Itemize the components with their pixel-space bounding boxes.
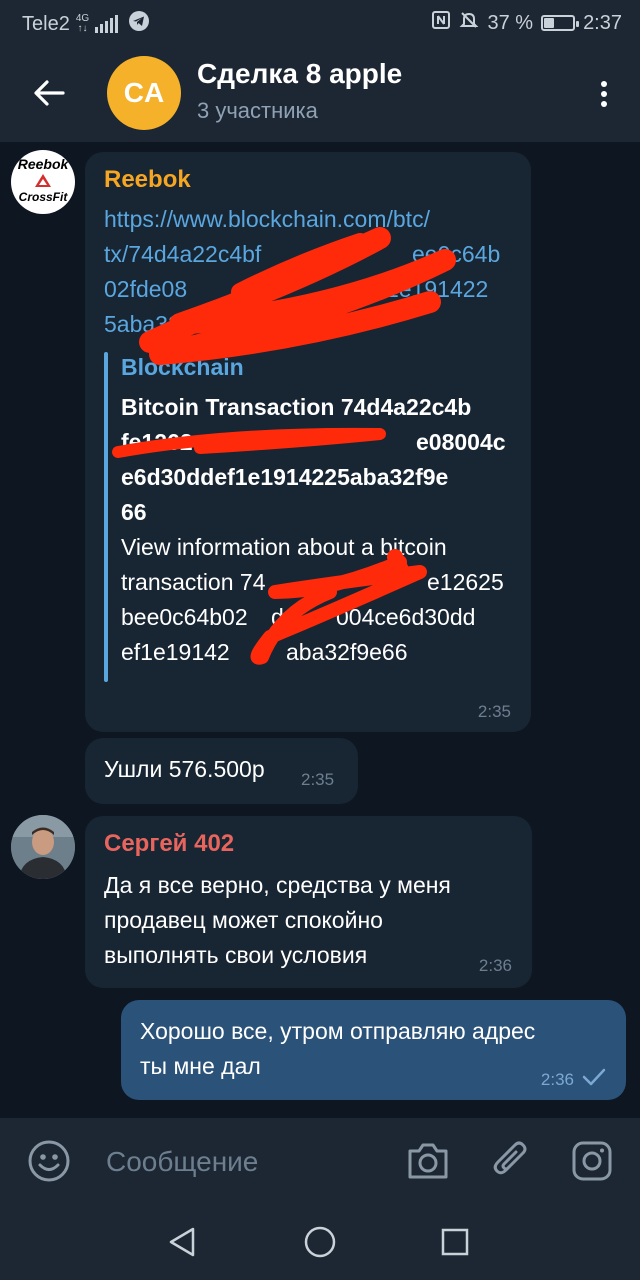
message-input[interactable]: Сообщение [106, 1140, 386, 1184]
message-text: Ушли 576.500р [104, 756, 265, 782]
camera-icon [408, 1143, 448, 1179]
check-icon [582, 1068, 606, 1086]
message-text: Да я все верно, средства у меня продавец… [104, 872, 451, 968]
mute-icon [459, 10, 479, 36]
avatar-crossfit-text: CrossFit [18, 190, 68, 204]
preview-title: Bitcoin Transaction 74d4a22c4b fe1262 e08… [121, 394, 506, 525]
circle-home-icon [304, 1226, 336, 1258]
message-time: 2:35 [477, 702, 511, 721]
participant-count: 3 участника [197, 98, 318, 123]
nav-home-button[interactable] [300, 1222, 340, 1262]
sender-name[interactable]: Reebok [104, 166, 191, 194]
link-line[interactable]: https://www.blockchain.com/btc/ [104, 202, 524, 237]
link-line[interactable]: tx/74d4a22c4bf ee0c64b [104, 237, 524, 272]
message-list[interactable]: Reebok CrossFit Reebok https://www.block… [0, 142, 640, 1118]
message-time: 2:36 [540, 1070, 574, 1089]
user-photo-icon [11, 815, 75, 879]
signal-icon [95, 15, 119, 33]
avatar-reebok[interactable]: Reebok CrossFit [11, 150, 75, 214]
more-menu-button[interactable] [592, 74, 616, 114]
camera-button[interactable] [405, 1138, 451, 1184]
link-preview[interactable]: Blockchain Bitcoin Transaction 74d4a22c4… [104, 352, 514, 682]
emoji-button[interactable] [26, 1138, 72, 1184]
instagram-icon [572, 1141, 612, 1181]
message-time: 2:35 [301, 770, 335, 789]
battery-percent: 37 % [487, 11, 534, 34]
system-nav-bar [0, 1204, 640, 1280]
emoji-icon [28, 1140, 70, 1182]
square-recents-icon [441, 1228, 469, 1256]
message-bubble-reebok[interactable]: Reebok https://www.blockchain.com/btc/ t… [85, 152, 531, 732]
message-time: 2:36 [478, 956, 512, 975]
reebok-logo-icon [35, 174, 51, 187]
chat-header: CA Сделка 8 apple 3 участника [0, 44, 640, 142]
clock: 2:37 [583, 11, 622, 34]
nav-recents-button[interactable] [435, 1222, 475, 1262]
battery-icon [541, 15, 580, 31]
arrow-left-icon [34, 80, 65, 106]
group-avatar[interactable]: CA [107, 56, 181, 130]
chat-title[interactable]: Сделка 8 apple [197, 58, 402, 90]
paperclip-icon [493, 1141, 527, 1175]
preview-accent-bar [104, 352, 108, 682]
carrier-label: Tele2 [22, 12, 70, 35]
data-activity-label: ↑↓ [77, 23, 88, 34]
instagram-button[interactable] [569, 1138, 615, 1184]
battery-level-fill [544, 18, 555, 28]
nfc-icon [431, 10, 451, 36]
telegram-icon [128, 10, 150, 38]
back-button[interactable] [24, 70, 74, 116]
message-bubble-sergey[interactable]: Сергей 402 Да я все верно, средства у ме… [85, 816, 532, 988]
triangle-back-icon [169, 1227, 195, 1257]
message-link[interactable]: https://www.blockchain.com/btc/ tx/74d4a… [104, 202, 524, 342]
preview-site-name: Blockchain [121, 354, 244, 380]
link-line[interactable]: 02fde08 1e191422 [104, 272, 524, 307]
status-bar: Tele2 4G ↑↓ 37 % 2:37 [0, 0, 640, 44]
avatar-sergey[interactable] [11, 815, 75, 879]
message-bubble-outgoing[interactable]: Хорошо все, утром отправляю адрес ты мне… [121, 1000, 626, 1100]
message-input-bar: Сообщение [0, 1118, 640, 1204]
message-bubble[interactable]: Ушли 576.500р 2:35 [85, 738, 358, 804]
sender-name[interactable]: Сергей 402 [104, 830, 234, 858]
preview-description: View information about a bitcoin transac… [121, 534, 504, 665]
more-vertical-icon [601, 81, 607, 87]
link-line[interactable]: 5aba32f9 [104, 307, 524, 342]
attach-button[interactable] [488, 1138, 534, 1184]
nav-back-button[interactable] [162, 1222, 202, 1262]
